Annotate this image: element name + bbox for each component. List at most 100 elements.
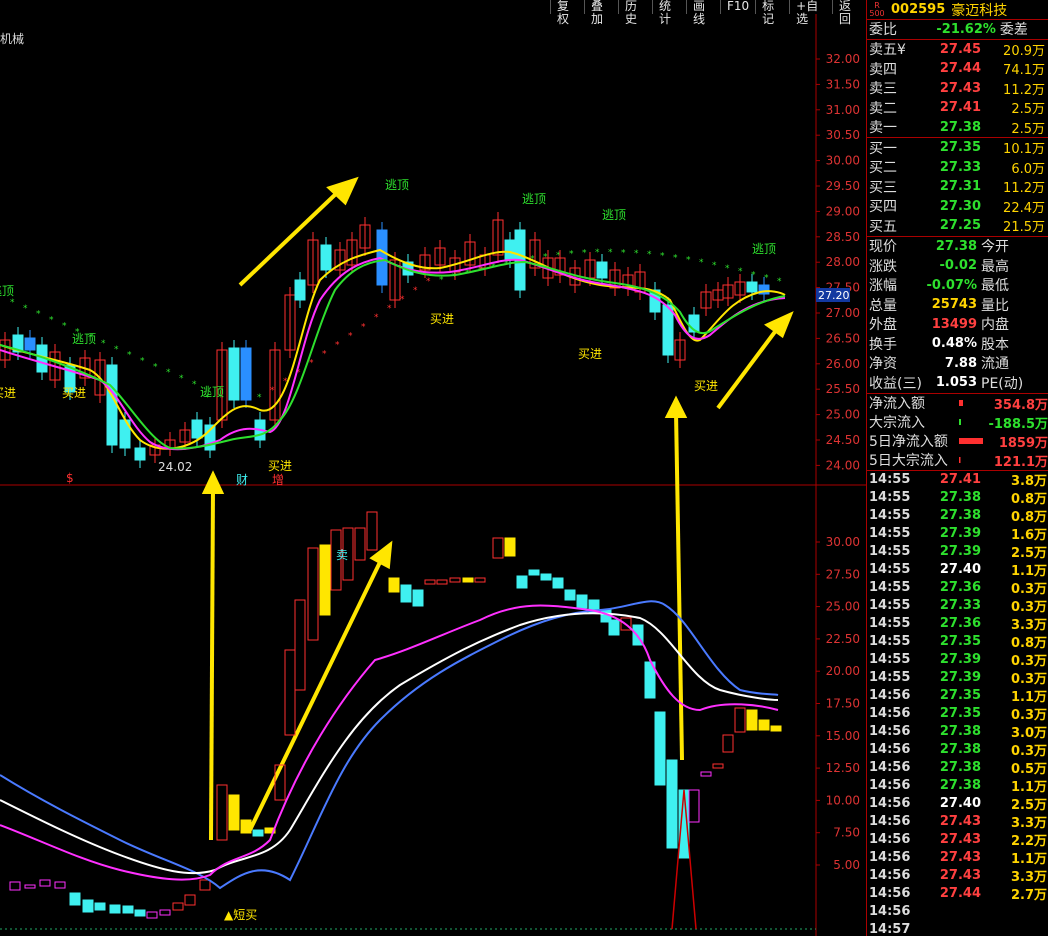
dot-marker: * xyxy=(608,248,613,258)
indicator-bar xyxy=(770,725,782,732)
toolbar-button-4[interactable]: 画线 xyxy=(686,0,720,26)
level-volume: 2.5万 xyxy=(1011,102,1045,118)
tick-row: 14:56 27.38 0.5万 xyxy=(867,759,1048,777)
bid-row[interactable]: 买二 27.33 6.0万 xyxy=(867,158,1048,178)
fundamental-row: 收益(三) 1.053 PE(动) xyxy=(867,373,1048,393)
signal-escape-top: 逃顶 xyxy=(200,385,225,399)
tick-price: 27.38 xyxy=(939,508,981,523)
tick-row: 14:56 27.38 0.3万 xyxy=(867,741,1048,759)
dot-marker: * xyxy=(621,248,626,258)
axis-tick-label: 30.50 xyxy=(826,128,860,142)
toolbar-button-1[interactable]: 叠加 xyxy=(584,0,618,26)
fundamental-value: 0.48% xyxy=(931,336,977,352)
tick-price: 27.39 xyxy=(939,526,981,541)
tick-row: 14:56 27.35 0.3万 xyxy=(867,705,1048,723)
dot-marker: * xyxy=(777,277,782,287)
fundamental-row: 换手 0.48% 股本 xyxy=(867,334,1048,354)
bid-row[interactable]: 买三 27.31 11.2万 xyxy=(867,177,1048,197)
tick-time: 14:55 xyxy=(869,490,911,505)
signal-escape-top: 逃顶 xyxy=(385,178,410,192)
tick-price: 27.36 xyxy=(939,616,981,631)
indicator-bar xyxy=(712,763,724,769)
level-volume: 6.0万 xyxy=(1011,161,1045,177)
bid-row[interactable]: 买五 27.25 21.5万 xyxy=(867,216,1048,236)
indicator-bar xyxy=(504,537,516,557)
tick-row: 14:55 27.38 0.8万 xyxy=(867,507,1048,525)
ask-row[interactable]: 卖三 27.43 11.2万 xyxy=(867,79,1048,99)
tick-volume: 0.3万 xyxy=(1010,654,1047,669)
candle-body xyxy=(191,419,203,439)
fundamental-right-label: 流通 xyxy=(981,356,1009,373)
tick-volume: 0.3万 xyxy=(1010,744,1047,759)
dot-marker: * xyxy=(400,295,405,305)
signal-escape-top: 逃顶 xyxy=(752,242,777,256)
indicator-bar xyxy=(54,881,66,889)
ask-row[interactable]: 卖二 27.41 2.5万 xyxy=(867,98,1048,118)
ask-row[interactable]: 卖四 27.44 74.1万 xyxy=(867,59,1048,79)
flow-bar xyxy=(959,400,983,406)
tick-volume: 0.5万 xyxy=(1010,762,1047,777)
fundamental-label: 涨跌 xyxy=(869,258,897,275)
toolbar-button-0[interactable]: 复权 xyxy=(550,0,584,26)
dot-marker: * xyxy=(660,252,665,262)
level-price: 27.44 xyxy=(939,61,981,77)
tick-price: 27.39 xyxy=(939,652,981,667)
indicator-bar xyxy=(252,829,264,837)
toolbar-button-8[interactable]: 返回 xyxy=(831,0,866,26)
tick-list[interactable]: 14:55 27.41 3.8万 14:55 27.38 0.8万 14:55 27.38 0.… xyxy=(867,471,1048,936)
tick-price: 27.43 xyxy=(939,832,981,847)
sell-marker: 卖 xyxy=(336,548,349,562)
candle-body xyxy=(106,364,118,446)
toolbar-button-7[interactable]: +自选 xyxy=(789,0,832,26)
bid-row[interactable]: 买四 27.30 22.4万 xyxy=(867,197,1048,217)
axis-tick-label: 10.00 xyxy=(826,793,860,807)
level-price: 27.38 xyxy=(939,119,981,135)
flow-row: 5日大宗流入 121.1万 xyxy=(867,451,1048,470)
dot-marker: * xyxy=(673,253,678,263)
tick-volume: 0.3万 xyxy=(1010,708,1047,723)
dot-marker: * xyxy=(257,393,262,403)
tick-row: 14:57 xyxy=(867,921,1048,936)
toolbar-button-5[interactable]: F10 xyxy=(720,0,756,14)
tick-time: 14:56 xyxy=(869,688,911,703)
kline-chart-area[interactable]: 32.00 31.50 31.00 30.50 30.00 29.50 29.00 28.50… xyxy=(0,0,866,936)
indicator-bar xyxy=(294,599,306,691)
dot-marker: * xyxy=(192,380,197,390)
axis-tick-label: 7.50 xyxy=(833,826,860,840)
toolbar-button-6[interactable]: 标记 xyxy=(755,0,790,26)
tick-price: 27.43 xyxy=(939,850,981,865)
fundamentals-table: 现价 27.38 今开 涨跌 -0.02 最高 涨幅 -0.07% 最低 总量 25743 量比 外盘 1… xyxy=(867,237,1048,394)
indicator-bar xyxy=(608,619,620,636)
candle-body xyxy=(134,447,146,461)
dot-marker: * xyxy=(114,345,119,355)
fundamental-value: 13499 xyxy=(931,316,977,332)
indicator-bar xyxy=(734,707,746,733)
tick-time: 14:56 xyxy=(869,814,911,829)
fundamental-row: 外盘 13499 内盘 xyxy=(867,315,1048,335)
indicator-bar xyxy=(172,902,184,911)
indicator-bar xyxy=(307,547,319,641)
level-price: 27.43 xyxy=(939,80,981,96)
dot-marker: * xyxy=(49,316,54,326)
tick-volume: 1.1万 xyxy=(1010,780,1047,795)
flow-value: 354.8万 xyxy=(993,397,1048,413)
indicator-bar xyxy=(552,577,564,589)
level-volume: 10.1万 xyxy=(1003,142,1045,158)
toolbar-button-2[interactable]: 历史 xyxy=(618,0,652,26)
indicator-bar xyxy=(576,594,588,609)
tick-volume: 1.1万 xyxy=(1010,852,1047,867)
tick-time: 14:55 xyxy=(869,544,911,559)
toolbar-button-3[interactable]: 统计 xyxy=(652,0,686,26)
level-label: 卖二 xyxy=(869,100,897,117)
indicator-bar xyxy=(122,905,134,914)
low-price-label: 24.02 xyxy=(158,460,193,474)
chart-svg: 32.00 31.50 31.00 30.50 30.00 29.50 29.00 28.50… xyxy=(0,14,866,936)
ask-row[interactable]: 卖五¥ 27.45 20.9万 xyxy=(867,40,1048,60)
dot-marker: * xyxy=(62,321,67,331)
ask-row[interactable]: 卖一 27.38 2.5万 xyxy=(867,118,1048,138)
tick-time: 14:55 xyxy=(869,508,911,523)
candle-body xyxy=(596,261,608,279)
tick-volume: 2.7万 xyxy=(1010,888,1047,903)
bid-row[interactable]: 买一 27.35 10.1万 xyxy=(867,138,1048,158)
signal-buy-in: 买进 xyxy=(694,379,719,393)
